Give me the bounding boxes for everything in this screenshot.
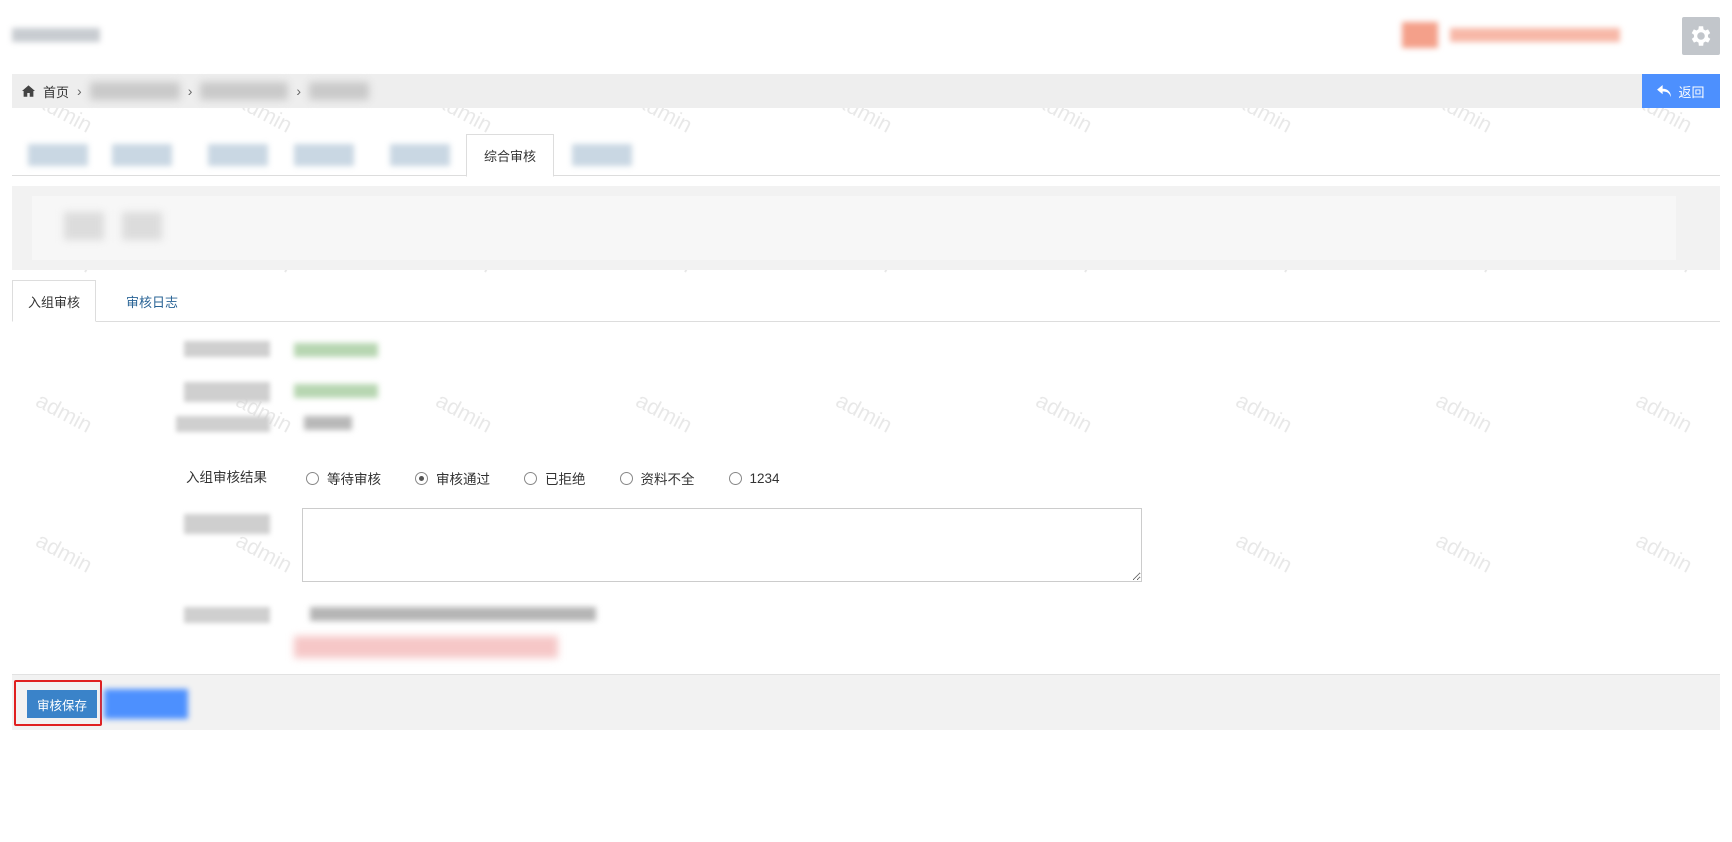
radio-circle[interactable] bbox=[728, 471, 742, 485]
watermark-text: admin bbox=[631, 387, 697, 438]
tab-1[interactable] bbox=[28, 144, 88, 166]
radio-circle[interactable] bbox=[306, 471, 319, 485]
note-warning-text bbox=[294, 636, 558, 658]
breadcrumb-item-4 bbox=[309, 82, 370, 100]
action-bar: 审核保存 bbox=[12, 674, 1720, 730]
tab-5[interactable] bbox=[390, 144, 450, 166]
breadcrumb-item-3[interactable] bbox=[200, 82, 289, 100]
review-result-label: 入组审核结果 bbox=[186, 470, 267, 485]
form-label-note bbox=[184, 607, 270, 623]
form-label-3 bbox=[176, 416, 270, 432]
watermark-text: admin bbox=[1431, 387, 1497, 438]
tab-3[interactable] bbox=[208, 144, 268, 166]
info-panel-content bbox=[32, 196, 1676, 260]
tab-2[interactable] bbox=[112, 144, 172, 166]
main-tabs: 综合审核 bbox=[12, 132, 1720, 177]
back-button[interactable]: 返回 bbox=[1642, 74, 1720, 108]
radio-label: 已拒绝 bbox=[545, 472, 586, 487]
tab-enrollment-review[interactable]: 入组审核 bbox=[12, 280, 96, 322]
tab-comprehensive-review[interactable]: 综合审核 bbox=[466, 134, 554, 177]
watermark-text: admin bbox=[831, 387, 897, 438]
watermark-text: admin bbox=[1231, 527, 1297, 578]
breadcrumb-separator: › bbox=[77, 83, 82, 99]
breadcrumb-separator: › bbox=[187, 83, 193, 99]
watermark-text: admin bbox=[1231, 387, 1297, 438]
watermark-text: admin bbox=[31, 387, 97, 438]
settings-button[interactable] bbox=[1682, 17, 1720, 55]
logo bbox=[12, 28, 100, 42]
form-label-status bbox=[184, 341, 270, 357]
radio-pending[interactable]: 等待审核 bbox=[306, 468, 381, 488]
breadcrumb-bar: 首页 › › › 返回 bbox=[12, 74, 1720, 108]
watermark-text: admin bbox=[431, 387, 497, 438]
tab-review-log[interactable]: 审核日志 bbox=[104, 280, 200, 322]
secondary-action-button[interactable] bbox=[104, 689, 188, 719]
radio-incomplete[interactable]: 资料不全 bbox=[619, 468, 695, 488]
top-header bbox=[0, 0, 1732, 70]
note-text bbox=[310, 607, 596, 621]
watermark-text: admin bbox=[231, 527, 297, 578]
tab-4[interactable] bbox=[294, 144, 354, 166]
avatar bbox=[1402, 22, 1438, 48]
review-result-options: 等待审核 审核通过 已拒绝 资料不全 1234 bbox=[306, 468, 814, 488]
home-icon bbox=[22, 85, 35, 97]
breadcrumb-item-2[interactable] bbox=[89, 82, 180, 100]
user-name bbox=[1450, 28, 1620, 42]
radio-1234[interactable]: 1234 bbox=[728, 470, 780, 486]
form-value-2 bbox=[294, 384, 378, 398]
info-blur-2 bbox=[122, 212, 162, 240]
radio-label: 资料不全 bbox=[640, 472, 695, 487]
breadcrumb: 首页 › › › bbox=[22, 74, 370, 108]
review-save-button[interactable]: 审核保存 bbox=[27, 690, 97, 718]
watermark-text: admin bbox=[1631, 387, 1697, 438]
user-info[interactable] bbox=[1402, 22, 1622, 48]
radio-approved[interactable]: 审核通过 bbox=[415, 468, 490, 488]
breadcrumb-separator: › bbox=[296, 83, 302, 99]
radio-circle[interactable] bbox=[524, 471, 537, 485]
radio-circle[interactable] bbox=[619, 471, 633, 485]
undo-arrow-icon bbox=[1657, 84, 1672, 97]
form-value-status bbox=[294, 343, 378, 357]
watermark-text: admin bbox=[31, 527, 97, 578]
watermark-text: admin bbox=[1631, 527, 1697, 578]
radio-circle-checked[interactable] bbox=[415, 471, 428, 485]
info-blur-1 bbox=[64, 212, 104, 240]
form-label-2 bbox=[184, 382, 270, 402]
radio-label: 审核通过 bbox=[436, 472, 490, 487]
radio-label: 1234 bbox=[749, 470, 780, 486]
gear-icon bbox=[1691, 26, 1711, 46]
form-value-3 bbox=[304, 416, 352, 430]
watermark-text: admin bbox=[1031, 387, 1097, 438]
back-button-label: 返回 bbox=[1678, 84, 1705, 100]
radio-rejected[interactable]: 已拒绝 bbox=[524, 468, 586, 488]
review-remark-textarea[interactable] bbox=[302, 508, 1142, 582]
breadcrumb-home[interactable]: 首页 bbox=[43, 82, 69, 101]
form-label-remark bbox=[184, 514, 270, 534]
radio-label: 等待审核 bbox=[327, 472, 381, 487]
tab-7[interactable] bbox=[572, 144, 632, 166]
info-panel bbox=[12, 186, 1720, 270]
sub-tabs: 入组审核 审核日志 bbox=[12, 280, 1720, 322]
watermark-text: admin bbox=[1431, 527, 1497, 578]
